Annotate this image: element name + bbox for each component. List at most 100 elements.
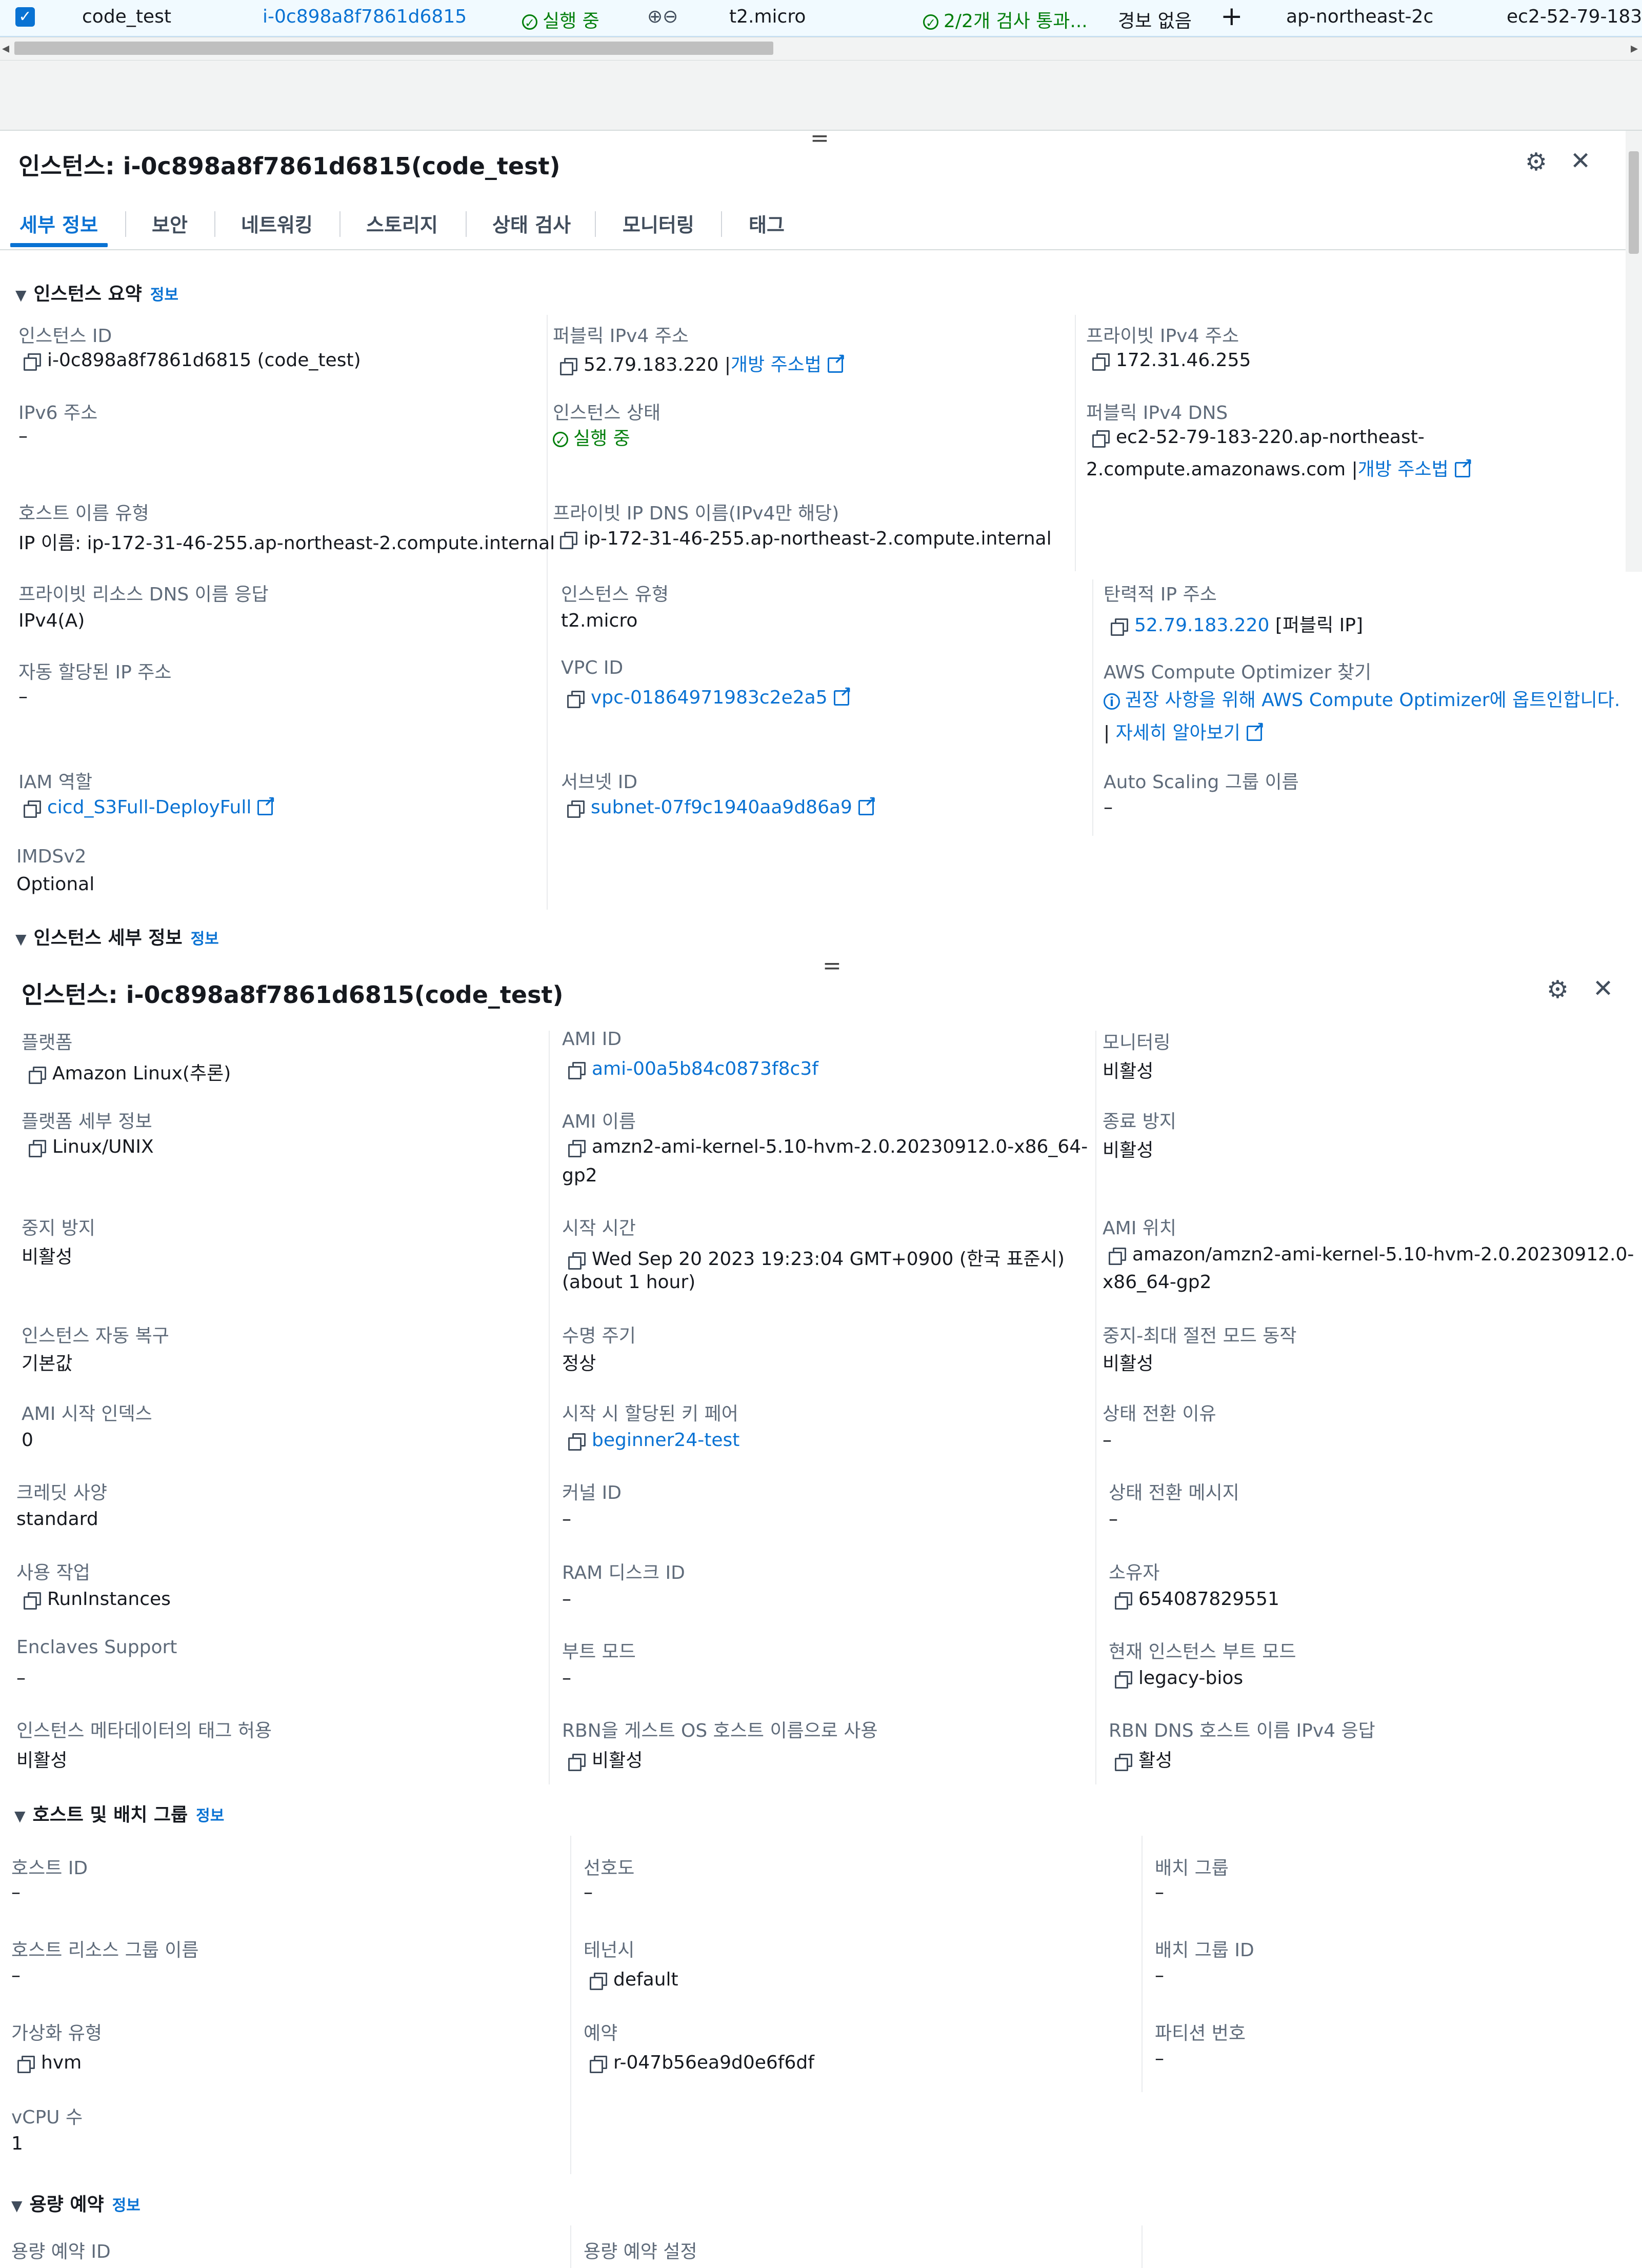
private-ipv4-text: 172.31.46.255: [1116, 350, 1251, 371]
ami-launch-index-label: AMI 시작 인덱스: [22, 1403, 152, 1424]
vertical-scrollbar[interactable]: [1626, 131, 1642, 572]
info-link[interactable]: 정보: [196, 1807, 224, 1825]
row-status-check-text: 2/2개 검사 통과...: [944, 11, 1088, 32]
external-link-icon[interactable]: [257, 793, 275, 815]
copy-icon[interactable]: [24, 353, 41, 371]
zoom-icon[interactable]: ⊕⊖: [647, 6, 678, 27]
tab-monitoring[interactable]: 모니터링: [623, 209, 694, 237]
copy-icon[interactable]: [1092, 430, 1110, 448]
close-icon[interactable]: ✕: [1593, 976, 1613, 1001]
copy-icon[interactable]: [590, 1973, 607, 1990]
external-link-icon[interactable]: [833, 684, 852, 706]
copy-icon[interactable]: [560, 358, 577, 375]
open-address-link[interactable]: 개방 주소법: [1358, 459, 1449, 480]
copy-icon[interactable]: [24, 800, 41, 818]
tab-storage[interactable]: 스토리지: [366, 209, 438, 237]
auto-recovery-value: 기본값: [22, 1353, 73, 1374]
caret-down-icon[interactable]: ▼: [15, 287, 27, 304]
copy-icon[interactable]: [590, 2056, 607, 2073]
subnet-link[interactable]: subnet-07f9c1940aa9d86a9: [591, 797, 852, 818]
optimizer-link[interactable]: AWS Compute Optimizer: [1261, 690, 1489, 711]
row-public-dns: ec2-52-79-183-2: [1507, 6, 1642, 27]
gear-icon[interactable]: ⚙: [1547, 977, 1569, 1002]
external-link-icon[interactable]: [1246, 719, 1265, 741]
copy-icon[interactable]: [567, 800, 585, 818]
caret-down-icon[interactable]: ▼: [11, 2197, 23, 2214]
drag-handle-icon[interactable]: =: [810, 125, 829, 151]
iam-role-link[interactable]: cicd_S3Full-DeployFull: [47, 797, 251, 818]
external-link-icon[interactable]: [858, 793, 876, 815]
caret-down-icon[interactable]: ▼: [14, 1808, 26, 1824]
elastic-ip-link[interactable]: 52.79.183.220: [1134, 615, 1269, 636]
row-checkbox[interactable]: ✓: [15, 7, 35, 27]
ipv6-label: IPv6 주소: [18, 403, 98, 424]
ami-name-value: amzn2-ami-kernel-5.10-hvm-2.0.20230912.0…: [568, 1136, 1088, 1157]
section-capacity-reservation[interactable]: ▼ 용량 예약 정보: [11, 2190, 141, 2216]
copy-icon[interactable]: [29, 1067, 46, 1084]
copy-icon[interactable]: [1109, 1248, 1126, 1265]
gear-icon[interactable]: ⚙: [1525, 150, 1547, 174]
section-instance-summary[interactable]: ▼ 인스턴스 요약 정보: [15, 279, 178, 306]
open-address-link[interactable]: 개방 주소법: [731, 354, 822, 375]
copy-icon[interactable]: [1092, 353, 1110, 371]
rbn-dns-value: 활성: [1115, 1745, 1172, 1772]
host-id-label: 호스트 ID: [11, 1858, 88, 1879]
learn-more-link[interactable]: 자세히 알아보기: [1116, 722, 1240, 744]
copy-icon[interactable]: [1115, 1592, 1132, 1610]
ami-id-value: ami-00a5b84c0873f8c3f: [568, 1058, 818, 1079]
copy-icon[interactable]: [568, 1433, 586, 1451]
tab-status-checks[interactable]: 상태 검사: [492, 209, 571, 237]
external-link-icon[interactable]: [1454, 455, 1473, 477]
monitoring-label: 모니터링: [1103, 1032, 1171, 1053]
scroll-right-icon[interactable]: ▸: [1631, 39, 1638, 56]
instance-id-label: 인스턴스 ID: [18, 326, 112, 347]
tab-networking[interactable]: 네트워킹: [241, 209, 313, 237]
copy-icon[interactable]: [1115, 1671, 1132, 1689]
copy-icon[interactable]: [560, 532, 577, 549]
subnet-value: subnet-07f9c1940aa9d86a9: [567, 793, 876, 818]
instance-table-row[interactable]: ✓ code_test i-0c898a8f7861d6815 ✓ 실행 중 ⊕⊖…: [0, 0, 1642, 37]
info-link[interactable]: 정보: [112, 2197, 141, 2215]
copy-icon[interactable]: [567, 691, 585, 708]
auto-ip-label: 자동 할당된 IP 주소: [18, 662, 172, 683]
platform-detail-value: Linux/UNIX: [29, 1136, 154, 1157]
tab-details[interactable]: 세부 정보: [19, 209, 98, 237]
credit-value: standard: [16, 1509, 98, 1530]
active-tab-indicator: [10, 243, 108, 247]
iam-role-label: IAM 역할: [18, 772, 92, 793]
info-link[interactable]: 정보: [191, 930, 219, 948]
tab-tags[interactable]: 태그: [749, 209, 785, 237]
drag-handle-icon[interactable]: =: [823, 953, 842, 979]
copy-icon[interactable]: [1115, 1754, 1132, 1771]
row-instance-id-link[interactable]: i-0c898a8f7861d6815: [263, 6, 467, 27]
launch-time-value: Wed Sep 20 2023 19:23:04 GMT+0900 (한국 표준…: [568, 1244, 1065, 1271]
section-host-placement[interactable]: ▼ 호스트 및 배치 그룹 정보: [14, 1800, 224, 1827]
ramdisk-label: RAM 디스크 ID: [562, 1562, 685, 1583]
external-link-icon[interactable]: [828, 351, 846, 373]
copy-icon[interactable]: [17, 2056, 35, 2073]
vpc-link[interactable]: vpc-01864971983c2e2a5: [591, 687, 828, 708]
kernel-value: –: [562, 1509, 571, 1530]
copy-icon[interactable]: [568, 1252, 586, 1270]
ami-location-value-cont: x86_64-gp2: [1103, 1272, 1212, 1293]
close-icon[interactable]: ✕: [1570, 149, 1591, 173]
key-pair-link[interactable]: beginner24-test: [592, 1430, 739, 1451]
scrollbar-thumb[interactable]: [1629, 151, 1639, 254]
add-alarm-icon[interactable]: +: [1220, 1, 1243, 32]
copy-icon[interactable]: [24, 1592, 41, 1610]
copy-icon[interactable]: [1111, 618, 1128, 636]
copy-icon[interactable]: [568, 1754, 586, 1771]
private-resource-dns-label: 프라이빗 리소스 DNS 이름 응답: [18, 584, 269, 605]
copy-icon[interactable]: [568, 1062, 586, 1079]
copy-icon[interactable]: [29, 1140, 46, 1157]
horizontal-scrollbar[interactable]: ◂ ▸: [0, 37, 1642, 61]
scrollbar-thumb[interactable]: [14, 42, 773, 55]
section-instance-details[interactable]: ▼ 인스턴스 세부 정보 정보: [15, 923, 219, 950]
virtualization-value: hvm: [17, 2052, 82, 2073]
scroll-left-icon[interactable]: ◂: [2, 39, 9, 56]
caret-down-icon[interactable]: ▼: [15, 931, 27, 948]
tab-security[interactable]: 보안: [152, 209, 188, 237]
copy-icon[interactable]: [568, 1140, 586, 1157]
ami-id-link[interactable]: ami-00a5b84c0873f8c3f: [592, 1058, 818, 1079]
info-link[interactable]: 정보: [150, 286, 178, 304]
